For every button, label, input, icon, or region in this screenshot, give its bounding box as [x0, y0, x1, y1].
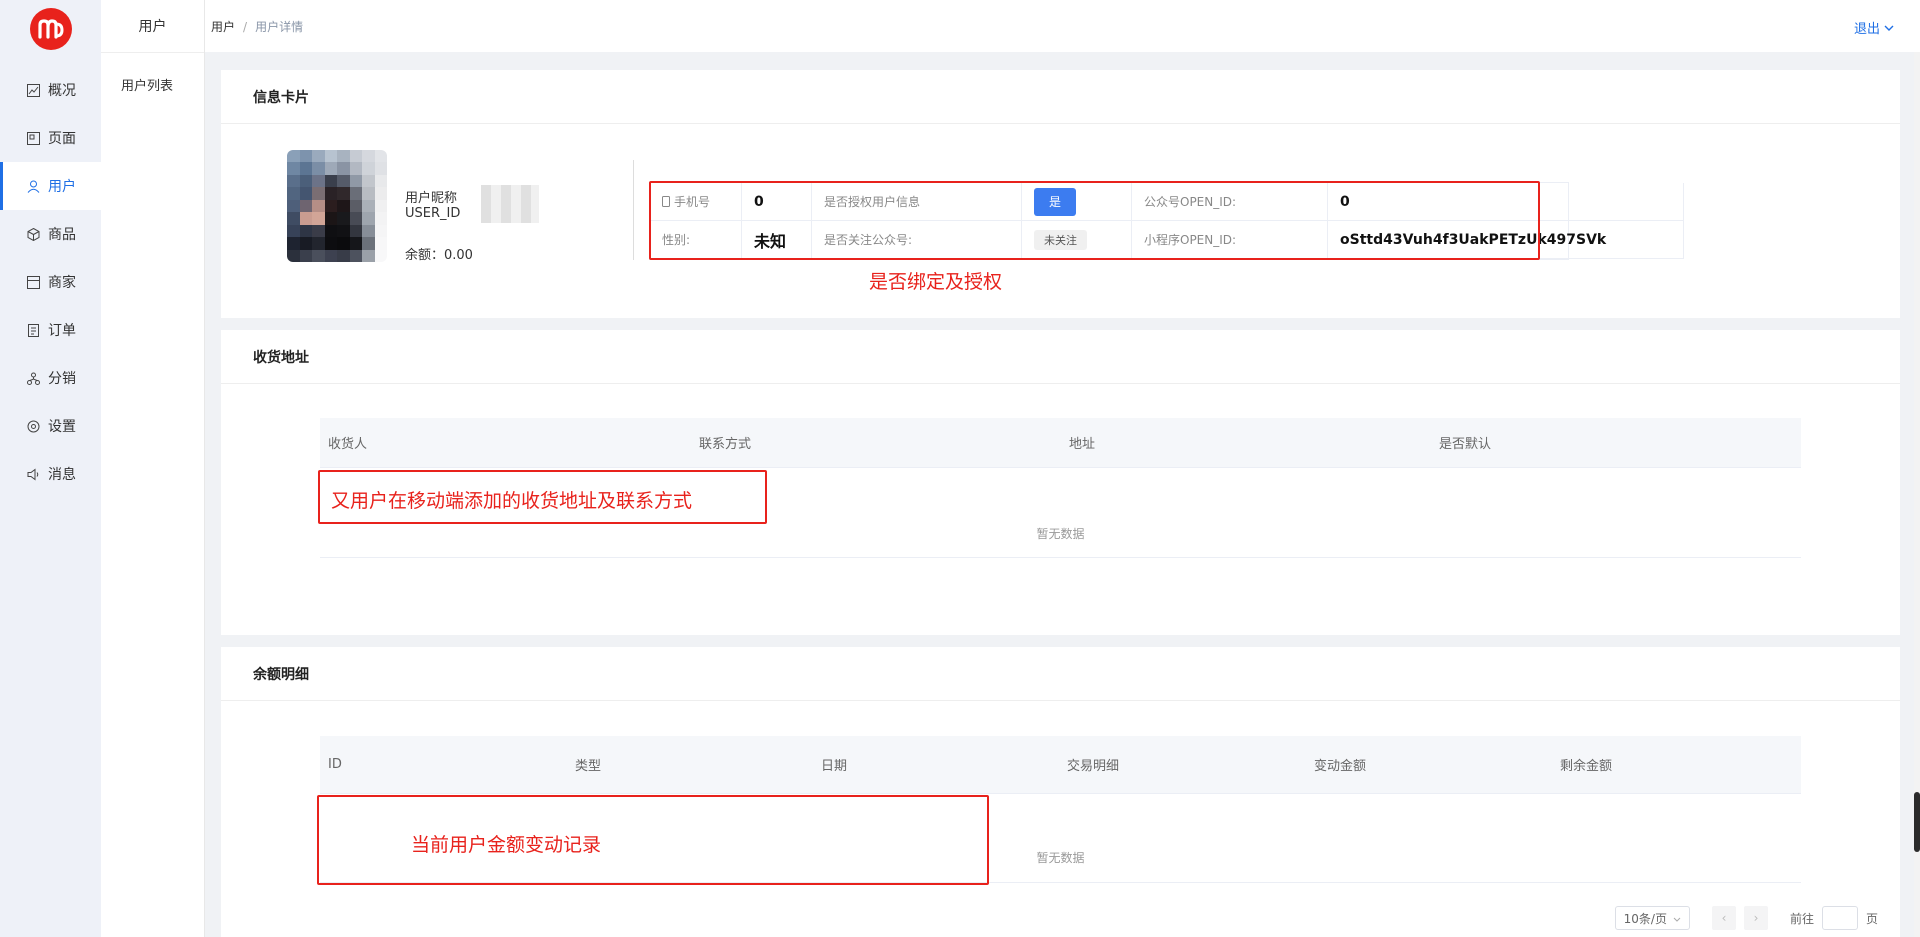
sidebar-item-label: 商品 [48, 227, 76, 243]
prev-page-button[interactable]: ‹ [1711, 906, 1736, 930]
breadcrumb-current: 用户详情 [255, 19, 304, 34]
nickname-label: 用户昵称 [405, 191, 458, 206]
user-icon [26, 179, 40, 193]
top-bar: 用户 / 用户详情 退出 [205, 0, 1920, 52]
blurred-text [481, 185, 539, 223]
column-header: 是否默认 [1439, 437, 1492, 452]
annotation-address: 又用户在移动端添加的收货地址及联系方式 [331, 490, 693, 512]
address-table-header: 收货人 联系方式 地址 是否默认 [320, 418, 1801, 468]
goto-page-input[interactable] [1821, 906, 1858, 930]
sub-sidebar-item-user-list[interactable]: 用户列表 [101, 53, 204, 94]
sidebar-item-users[interactable]: 用户 [0, 162, 101, 210]
sidebar-item-label: 概况 [48, 83, 76, 99]
breadcrumb-root[interactable]: 用户 [211, 20, 235, 34]
pagination: 10条/页 ‹ › 前往 页 [1614, 906, 1878, 930]
column-header: 联系方式 [699, 437, 752, 452]
chevron-left-icon: ‹ [1721, 911, 1727, 925]
sidebar-item-overview[interactable]: 概况 [0, 66, 101, 114]
box-icon [26, 227, 40, 241]
order-icon [26, 323, 40, 337]
scrollbar-thumb[interactable] [1914, 792, 1920, 852]
sidebar-item-products[interactable]: 商品 [0, 210, 101, 258]
annotation-binding: 是否绑定及授权 [869, 271, 1003, 293]
chart-icon [26, 83, 40, 97]
balance-card-title: 余额明细 [221, 647, 1900, 701]
info-card-title: 信息卡片 [221, 70, 1900, 124]
column-header: 变动金额 [1314, 759, 1367, 774]
info-card: 信息卡片 用户昵称 USER_ID 余额：0.00 手机号 0 是否授权用户信息… [221, 70, 1900, 318]
chevron-down-icon [1673, 911, 1681, 925]
balance-card: 余额明细 ID 类型 日期 交易明细 变动金额 剩余金额 暂无数据 当前用户金额… [221, 647, 1900, 937]
page-icon [26, 131, 40, 145]
next-page-button[interactable]: › [1743, 906, 1768, 930]
store-icon [26, 275, 40, 289]
breadcrumb-separator: / [243, 19, 248, 34]
breadcrumb: 用户 / 用户详情 [211, 18, 303, 35]
column-header: 日期 [821, 759, 848, 774]
logout-label: 退出 [1853, 22, 1880, 37]
sidebar-item-label: 设置 [48, 419, 76, 435]
sidebar-item-label: 消息 [48, 467, 76, 483]
page-size-value: 10条/页 [1623, 911, 1667, 926]
user-id-label: USER_ID [405, 206, 461, 221]
annotation-box-binding [649, 181, 1540, 260]
sidebar-item-label: 页面 [48, 131, 76, 147]
settings-icon [26, 419, 40, 433]
sidebar-item-orders[interactable]: 订单 [0, 306, 101, 354]
divider [633, 160, 634, 260]
page-label: 页 [1865, 911, 1878, 926]
sidebar-item-label: 商家 [48, 275, 76, 291]
sub-sidebar-title: 用户 [101, 0, 204, 53]
sidebar-item-settings[interactable]: 设置 [0, 402, 101, 450]
address-card-title: 收货地址 [221, 330, 1900, 384]
goto-label: 前往 [1789, 911, 1814, 926]
sidebar-item-label: 订单 [48, 323, 76, 339]
vertical-scrollbar[interactable] [1914, 52, 1920, 937]
annotation-balance: 当前用户金额变动记录 [411, 834, 602, 856]
address-card: 收货地址 收货人 联系方式 地址 是否默认 暂无数据 又用户在移动端添加的收货地… [221, 330, 1900, 635]
column-header: 剩余金额 [1560, 759, 1613, 774]
sidebar-item-label: 分销 [48, 371, 76, 387]
column-header: ID [328, 757, 342, 772]
sub-sidebar: 用户 用户列表 [101, 0, 205, 937]
column-header: 地址 [1069, 437, 1096, 452]
column-header: 交易明细 [1067, 759, 1120, 774]
balance-table-header: ID 类型 日期 交易明细 变动金额 剩余金额 [320, 736, 1801, 794]
network-icon [26, 371, 40, 385]
sidebar-item-distribution[interactable]: 分销 [0, 354, 101, 402]
brand-logo[interactable] [29, 8, 72, 50]
chevron-down-icon [1884, 20, 1894, 35]
page-size-select[interactable]: 10条/页 [1614, 906, 1690, 930]
sidebar-item-pages[interactable]: 页面 [0, 114, 101, 162]
sidebar-item-label: 用户 [48, 179, 76, 195]
avatar [287, 150, 387, 262]
logout-button[interactable]: 退出 [1854, 18, 1894, 37]
column-header: 收货人 [328, 437, 368, 452]
speaker-icon [26, 467, 40, 481]
column-header: 类型 [575, 759, 602, 774]
empty-text: 暂无数据 [1036, 527, 1085, 541]
sidebar-item-messages[interactable]: 消息 [0, 450, 101, 498]
main-sidebar: 概况 页面 用户 商品 商家 订单 分销 设置 消息 [0, 0, 101, 937]
sidebar-item-merchants[interactable]: 商家 [0, 258, 101, 306]
chevron-right-icon: › [1753, 911, 1759, 925]
balance-text: 余额：0.00 [405, 248, 473, 263]
